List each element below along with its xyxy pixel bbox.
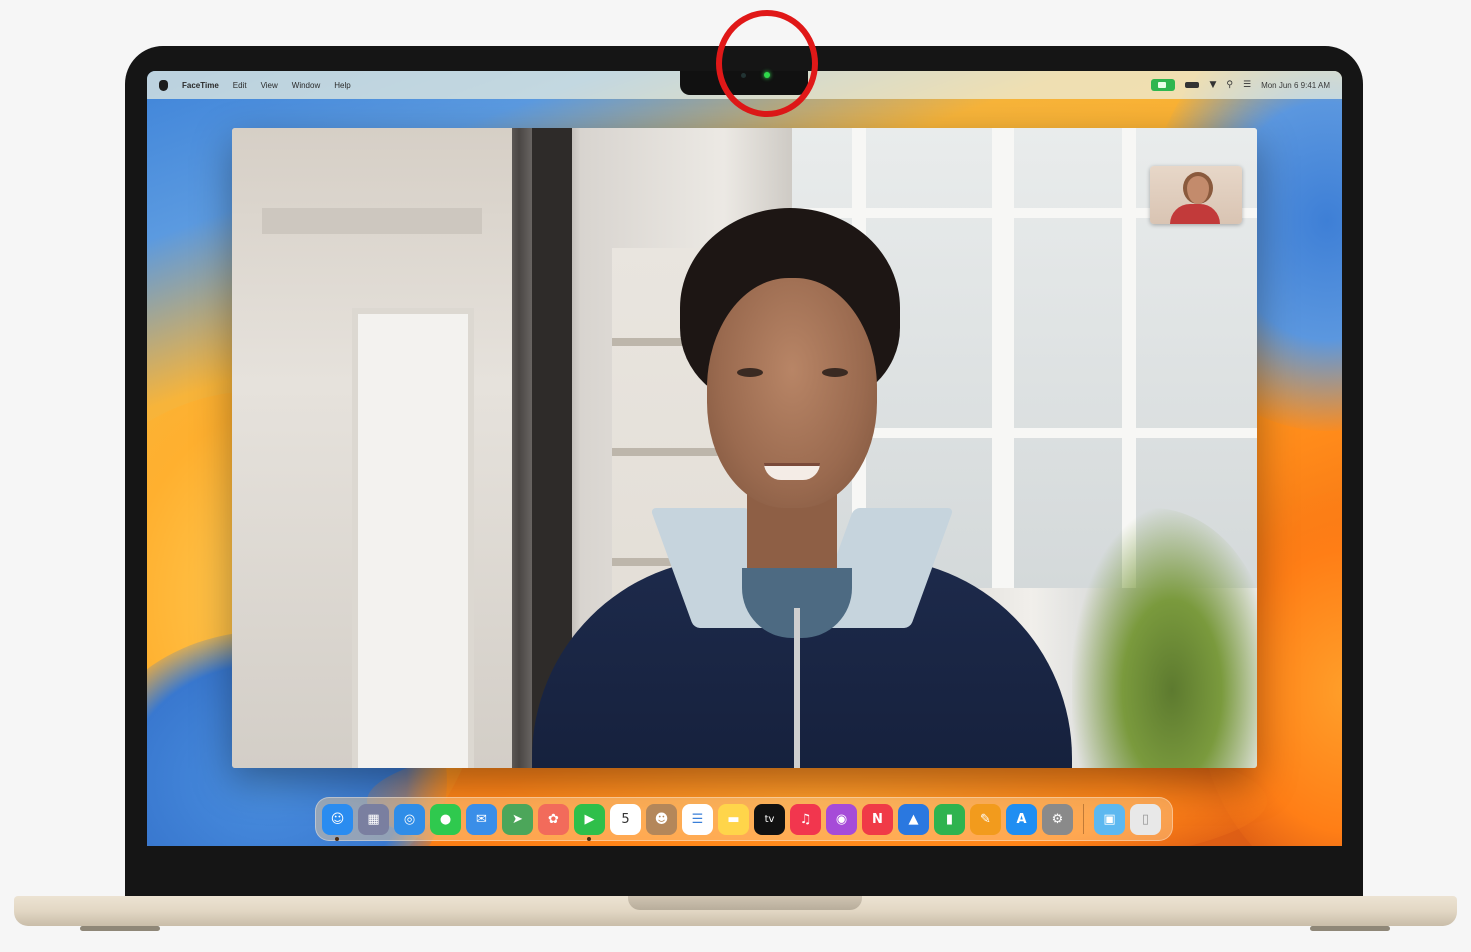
screen-bezel-bottom bbox=[125, 846, 1363, 897]
keynote-icon[interactable]: ▲ bbox=[898, 803, 929, 835]
music-glyph: ♫ bbox=[799, 811, 812, 827]
launchpad-glyph: ▦ bbox=[367, 811, 380, 827]
menu-help[interactable]: Help bbox=[334, 81, 350, 90]
system-settings-icon[interactable]: ⚙ bbox=[1042, 803, 1073, 835]
photos-glyph: ✿ bbox=[548, 811, 559, 827]
calendar-day: 5 bbox=[621, 811, 630, 827]
podcasts-icon[interactable]: ◉ bbox=[826, 803, 857, 835]
mail-glyph: ✉ bbox=[476, 811, 487, 827]
self-view-body bbox=[1170, 204, 1220, 224]
facetime-icon[interactable]: ▶ bbox=[574, 803, 605, 841]
system-settings-glyph: ⚙ bbox=[1051, 811, 1064, 827]
potted-plant bbox=[1072, 508, 1257, 768]
app-store-glyph: A bbox=[1016, 811, 1027, 827]
zipper bbox=[794, 608, 800, 768]
reminders-icon[interactable]: ☰ bbox=[682, 803, 713, 835]
notes-glyph: ▬ bbox=[727, 811, 740, 827]
downloads-folder-icon[interactable]: ▣ bbox=[1094, 803, 1125, 835]
facetime-glyph: ▶ bbox=[584, 811, 595, 827]
battery-icon[interactable] bbox=[1185, 82, 1200, 88]
pages-icon[interactable]: ✎ bbox=[970, 803, 1001, 835]
menu-view[interactable]: View bbox=[261, 81, 278, 90]
menu-clock[interactable]: Mon Jun 6 9:41 AM bbox=[1261, 81, 1330, 90]
menu-edit[interactable]: Edit bbox=[233, 81, 247, 90]
control-center-icon[interactable]: ☰ bbox=[1243, 80, 1251, 90]
menu-bar-left: FaceTime Edit View Window Help bbox=[159, 77, 351, 93]
finder-icon[interactable]: ☺ bbox=[322, 803, 353, 841]
apple-menu-icon[interactable] bbox=[159, 79, 168, 91]
eye bbox=[822, 368, 848, 377]
maps-glyph: ➤ bbox=[512, 811, 523, 827]
running-indicator bbox=[335, 836, 339, 841]
numbers-glyph: ▮ bbox=[945, 811, 954, 827]
menu-app-name[interactable]: FaceTime bbox=[182, 81, 219, 90]
messages-glyph: ● bbox=[439, 811, 452, 827]
camera-highlight-circle bbox=[716, 10, 818, 117]
news-icon[interactable]: N bbox=[862, 803, 893, 835]
menu-window[interactable]: Window bbox=[292, 81, 320, 90]
contacts-icon[interactable]: ☻ bbox=[646, 803, 677, 835]
video-background-wall bbox=[232, 128, 512, 768]
photos-icon[interactable]: ✿ bbox=[538, 803, 569, 835]
self-view-thumbnail[interactable] bbox=[1150, 166, 1242, 224]
messages-icon[interactable]: ● bbox=[430, 803, 461, 835]
news-glyph: N bbox=[872, 811, 883, 827]
trash-icon[interactable]: ▯ bbox=[1130, 803, 1161, 835]
app-store-icon[interactable]: A bbox=[1006, 803, 1037, 835]
self-view-head bbox=[1183, 172, 1213, 204]
camera-in-use-icon[interactable] bbox=[1151, 79, 1176, 91]
notes-icon[interactable]: ▬ bbox=[718, 803, 749, 835]
eye bbox=[737, 368, 763, 377]
maps-icon[interactable]: ➤ bbox=[502, 803, 533, 835]
reminders-glyph: ☰ bbox=[691, 811, 704, 827]
product-photo-background: FaceTime Edit View Window Help ▼ ⚲ ☰ Mon… bbox=[0, 0, 1471, 952]
finder-glyph: ☺ bbox=[330, 811, 345, 827]
running-indicator bbox=[587, 836, 591, 841]
wifi-icon[interactable]: ▼ bbox=[1209, 80, 1216, 90]
downloads-glyph: ▣ bbox=[1103, 811, 1116, 827]
keynote-glyph: ▲ bbox=[908, 811, 919, 827]
calendar-icon[interactable]: 5 bbox=[610, 803, 641, 835]
mouth bbox=[764, 463, 820, 480]
white-door bbox=[352, 308, 474, 768]
mail-icon[interactable]: ✉ bbox=[466, 803, 497, 835]
lid-opening-notch bbox=[628, 896, 862, 910]
contacts-glyph: ☻ bbox=[654, 811, 669, 827]
numbers-icon[interactable]: ▮ bbox=[934, 803, 965, 835]
dock: ☺ ▦ ◎ ● ✉ ➤ ✿ ▶ 5 ☻ ☰ ▬ tv ♫ ◉ N ▲ ▮ ✎ A… bbox=[315, 797, 1173, 841]
wall-beam bbox=[262, 208, 482, 234]
apple-tv-glyph: tv bbox=[764, 813, 775, 825]
safari-icon[interactable]: ◎ bbox=[394, 803, 425, 835]
menu-bar-right: ▼ ⚲ ☰ Mon Jun 6 9:41 AM bbox=[1151, 77, 1330, 93]
music-icon[interactable]: ♫ bbox=[790, 803, 821, 835]
apple-tv-icon[interactable]: tv bbox=[754, 803, 785, 835]
remote-participant-video bbox=[532, 208, 1072, 768]
pages-glyph: ✎ bbox=[980, 811, 991, 827]
laptop-foot bbox=[80, 926, 160, 931]
podcasts-glyph: ◉ bbox=[835, 811, 848, 827]
search-icon[interactable]: ⚲ bbox=[1226, 80, 1233, 90]
laptop-foot bbox=[1310, 926, 1390, 931]
dock-separator bbox=[1083, 804, 1084, 834]
launchpad-icon[interactable]: ▦ bbox=[358, 803, 389, 835]
facetime-window[interactable] bbox=[232, 128, 1257, 768]
trash-glyph: ▯ bbox=[1141, 811, 1150, 827]
safari-glyph: ◎ bbox=[403, 811, 416, 827]
